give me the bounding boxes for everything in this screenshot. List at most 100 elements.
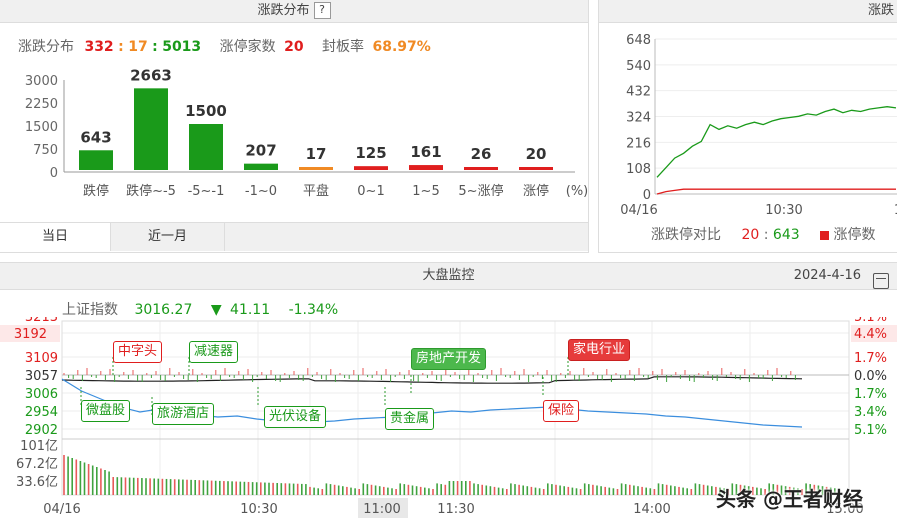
bar-value-label: 207	[245, 142, 276, 160]
left-axis-label: 3192	[14, 327, 47, 342]
y-tick-label: 648	[626, 33, 651, 48]
y-tick-label: 1500	[25, 120, 58, 135]
monitor-title: 大盘监控	[422, 268, 475, 283]
bar	[134, 88, 168, 170]
tag-lvyou[interactable]: 旅游酒店	[152, 403, 215, 425]
bar-value-label: 643	[80, 128, 111, 146]
help-button[interactable]: ?	[313, 2, 331, 19]
category-label: 跌停~-5	[126, 183, 176, 199]
volume-axis-label: 101亿	[20, 439, 58, 454]
tag-zhongzitou[interactable]: 中字头	[113, 341, 163, 363]
legend-item: 涨停数	[833, 227, 876, 243]
tab-month-label: 近一月	[147, 229, 187, 244]
right-axis-label: 5.1%	[854, 423, 887, 438]
watermark: 头条 @王者财经	[716, 487, 863, 511]
monitor-date: 2024-4-16	[793, 268, 861, 283]
category-label: 0~1	[357, 184, 384, 199]
tag-jiansuqi[interactable]: 减速器	[189, 341, 239, 363]
market-monitor-panel: 大盘监控 2024-4-16 上证指数 3016.27 ▼ 41.11 -1.3…	[0, 262, 897, 522]
right-axis-label: 1.7%	[854, 387, 887, 402]
y-tick-label: 750	[33, 143, 58, 158]
calendar-icon[interactable]	[873, 268, 889, 294]
left-axis-label: 3213	[25, 317, 58, 325]
category-label: -1~0	[245, 184, 277, 199]
right-axis-label: 5.1%	[854, 317, 887, 325]
updown-header: 涨跌	[599, 0, 897, 23]
bar	[354, 166, 388, 170]
left-axis-label: 2954	[25, 405, 58, 420]
left-axis-label: 3109	[25, 351, 58, 366]
updown-panel: 涨跌 648540432324216108004/1610:301 涨跌停对比 …	[598, 0, 897, 253]
flat-count: 17	[128, 39, 148, 55]
limitup-value: 20	[284, 39, 304, 55]
unit-label: (%)	[566, 184, 588, 199]
distribution-header: 涨跌分布?	[0, 0, 588, 23]
series-line	[656, 188, 896, 195]
y-tick-label: 0	[643, 188, 651, 203]
bar-value-label: 1500	[185, 102, 227, 120]
right-axis-label: 0.0%	[854, 369, 887, 384]
legend-label: 涨跌停对比	[651, 227, 721, 243]
index-name: 上证指数	[62, 302, 118, 318]
right-axis-label: 1.7%	[854, 351, 887, 366]
tag-baoxian[interactable]: 保险	[543, 400, 580, 422]
tag-guangfu[interactable]: 光伏设备	[264, 406, 327, 428]
bar	[519, 167, 553, 170]
bar	[244, 163, 278, 170]
down-count: 5013	[162, 39, 202, 55]
limitup-label: 涨停家数	[219, 39, 276, 55]
y-tick-label: 0	[50, 166, 58, 181]
right-axis-label: 4.4%	[854, 327, 887, 342]
left-axis-label: 3006	[25, 387, 58, 402]
time-axis-label: 11:30	[437, 502, 474, 517]
distribution-bar-chart: 3000 2250 1500 750 0 643 跌停 2663 跌停~-5 1500 -5~-1 2…	[25, 66, 588, 199]
down-arrow-icon: ▼	[210, 302, 222, 318]
y-tick-label: 432	[626, 85, 651, 100]
tag-jiadian[interactable]: 家电行业	[568, 339, 631, 361]
y-tick-label: 216	[626, 136, 651, 151]
tag-fangdichan[interactable]: 房地产开发	[411, 348, 487, 370]
bar	[409, 165, 443, 170]
bar-value-label: 2663	[130, 66, 172, 84]
bar	[79, 150, 113, 170]
sep-1: :	[118, 39, 124, 55]
index-change-pct: -1.34%	[288, 302, 339, 318]
y-tick-label: 2250	[25, 97, 58, 112]
seal-label: 封板率	[322, 39, 365, 55]
distribution-summary: 涨跌分布 332 : 17 : 5013 涨停家数 20 封板率 68.97%	[18, 36, 431, 56]
index-summary: 上证指数 3016.27 ▼ 41.11 -1.34%	[62, 299, 338, 319]
y-tick-label: 108	[626, 162, 651, 177]
up-count: 332	[84, 39, 114, 55]
bar	[464, 167, 498, 170]
legend-down: 643	[772, 227, 800, 243]
category-label: 1~5	[412, 184, 439, 199]
tab-today-label: 当日	[41, 229, 68, 244]
category-label: 平盘	[303, 183, 329, 199]
time-axis-label: 10:30	[240, 502, 277, 517]
category-label: -5~-1	[188, 184, 225, 199]
sep-2: :	[152, 39, 158, 55]
bar-value-label: 125	[355, 144, 386, 162]
volume-axis-label: 67.2亿	[16, 457, 58, 472]
index-change: 41.11	[230, 302, 271, 318]
category-label: 跌停	[83, 183, 109, 199]
index-value: 3016.27	[134, 302, 193, 318]
tag-weipangu[interactable]: 微盘股	[81, 400, 131, 422]
legend-up: 20	[741, 227, 760, 243]
y-tick-label: 3000	[25, 74, 58, 89]
time-axis-label: 04/16	[43, 502, 80, 517]
right-axis-label: 3.4%	[854, 405, 887, 420]
dist-label: 涨跌分布	[18, 39, 74, 55]
distribution-panel: 涨跌分布? 涨跌分布 332 : 17 : 5013 涨停家数 20 封板率 6…	[0, 0, 589, 253]
legend-swatch	[820, 230, 830, 240]
left-axis-label: 2902	[25, 423, 58, 438]
updown-title: 涨跌	[867, 3, 894, 18]
bar	[299, 167, 333, 170]
tab-month[interactable]: 近一月	[111, 222, 225, 251]
left-axis-label: 3057	[25, 369, 58, 384]
volume-axis-label: 33.6亿	[16, 475, 58, 490]
tag-guijinshu[interactable]: 贵金属	[385, 408, 435, 430]
x-tick-label: 04/16	[620, 203, 657, 218]
tab-today[interactable]: 当日	[0, 222, 111, 251]
y-tick-label: 324	[626, 111, 651, 126]
